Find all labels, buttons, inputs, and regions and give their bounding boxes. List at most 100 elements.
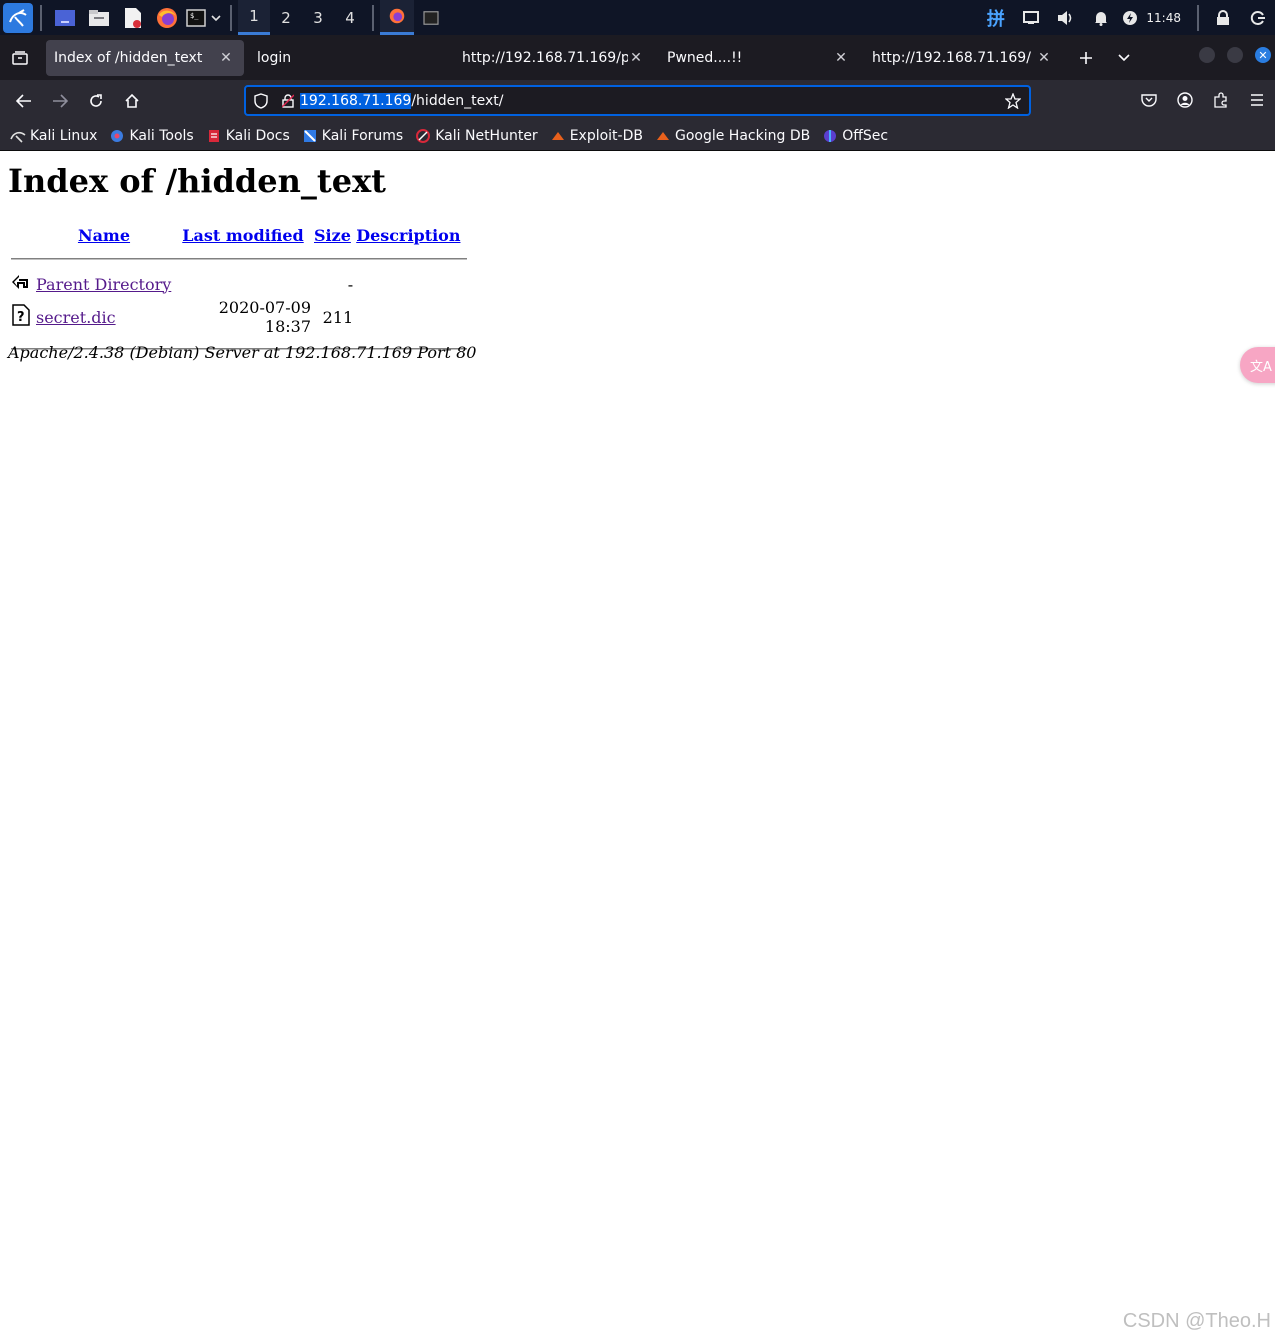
folder-icon bbox=[89, 9, 109, 26]
kali-tools-icon bbox=[109, 128, 125, 144]
list-all-tabs-button[interactable] bbox=[1105, 40, 1143, 76]
tab-close-icon[interactable]: ✕ bbox=[1036, 50, 1052, 66]
firefox-icon bbox=[157, 7, 177, 28]
insecure-lock-icon[interactable] bbox=[276, 87, 300, 114]
maximize-button[interactable] bbox=[1227, 47, 1243, 63]
hamburger-menu-icon bbox=[1251, 94, 1263, 106]
bookmark-label: Kali Linux bbox=[30, 127, 98, 144]
address-bar[interactable]: 192.168.71.169/hidden_text/ bbox=[244, 85, 1031, 116]
bookmark-label: Google Hacking DB bbox=[674, 127, 811, 144]
terminal-icon: $_ bbox=[186, 8, 206, 27]
directory-listing-table: Name Last modified Size Description Pare… bbox=[8, 222, 470, 362]
bookmark-kali-nethunter[interactable]: Kali NetHunter bbox=[415, 127, 538, 144]
tab-title: login bbox=[257, 49, 292, 66]
bookmark-kali-docs[interactable]: Kali Docs bbox=[206, 128, 290, 144]
terminal-window-button[interactable] bbox=[414, 0, 448, 35]
bookmark-kali-linux[interactable]: Kali Linux bbox=[10, 128, 97, 144]
lock-screen-button[interactable] bbox=[1205, 1, 1240, 35]
firefox-icon bbox=[389, 8, 405, 24]
bookmarks-toolbar: Kali Linux Kali Tools Kali Docs Kali For… bbox=[0, 121, 1275, 151]
tab-pwn-url[interactable]: http://192.168.71.169/pwn ✕ bbox=[454, 40, 654, 76]
workspace-2[interactable]: 2 bbox=[270, 0, 302, 35]
exploit-db-icon bbox=[550, 128, 566, 144]
tab-index-of-hidden-text[interactable]: Index of /hidden_text ✕ bbox=[46, 39, 244, 76]
account-button[interactable] bbox=[1167, 84, 1203, 116]
bookmark-google-hacking-db[interactable]: Google Hacking DB bbox=[655, 128, 810, 144]
workspace-1[interactable]: 1 bbox=[238, 0, 270, 35]
arrow-left-icon bbox=[16, 93, 31, 108]
sort-by-last-modified-link[interactable]: Last modified bbox=[182, 226, 303, 245]
kali-menu-button[interactable] bbox=[0, 1, 34, 35]
kali-docs-icon bbox=[206, 128, 222, 144]
firefox-view-button[interactable] bbox=[0, 35, 40, 80]
network-icon bbox=[1022, 10, 1039, 24]
forward-button[interactable] bbox=[42, 85, 78, 117]
kali-dragon-icon bbox=[3, 2, 33, 33]
bookmark-exploit-db[interactable]: Exploit-DB bbox=[550, 128, 643, 144]
clock[interactable]: 11:48 bbox=[1146, 11, 1181, 25]
last-modified-column-header: Last modified bbox=[175, 224, 311, 246]
offsec-icon bbox=[822, 128, 838, 144]
volume-button[interactable] bbox=[1048, 1, 1083, 35]
tab-root-url[interactable]: http://192.168.71.169/ ✕ bbox=[864, 40, 1062, 76]
bookmark-kali-tools[interactable]: Kali Tools bbox=[109, 128, 194, 144]
pocket-button[interactable] bbox=[1131, 84, 1167, 116]
bookmark-offsec[interactable]: OffSec bbox=[822, 128, 888, 144]
lock-icon bbox=[1216, 9, 1229, 25]
firefox-window-button[interactable] bbox=[380, 0, 414, 35]
horizontal-rule bbox=[11, 258, 467, 260]
logout-button[interactable] bbox=[1240, 1, 1275, 35]
power-manager-button[interactable] bbox=[1118, 1, 1142, 35]
home-button[interactable] bbox=[114, 85, 150, 117]
bookmark-label: Kali Docs bbox=[225, 127, 290, 144]
launcher-dropdown[interactable] bbox=[208, 1, 224, 35]
bell-icon bbox=[1094, 11, 1107, 26]
parent-directory-link[interactable]: Parent Directory bbox=[36, 275, 171, 294]
tab-close-icon[interactable]: ✕ bbox=[628, 50, 644, 66]
secret-dic-link[interactable]: secret.dic bbox=[36, 308, 116, 327]
kali-forums-icon bbox=[302, 128, 318, 144]
close-window-button[interactable]: ✕ bbox=[1255, 47, 1271, 63]
bookmark-label: Kali NetHunter bbox=[435, 127, 538, 144]
tab-close-icon[interactable]: ✕ bbox=[218, 50, 234, 66]
file-manager-launcher[interactable] bbox=[82, 1, 116, 35]
sort-by-size-link[interactable]: Size bbox=[314, 226, 351, 245]
workspace-3[interactable]: 3 bbox=[302, 0, 334, 35]
firefox-launcher[interactable] bbox=[150, 1, 184, 35]
text-editor-launcher[interactable] bbox=[116, 1, 150, 35]
back-button[interactable] bbox=[6, 85, 42, 117]
new-tab-button[interactable] bbox=[1067, 40, 1105, 76]
row-name-cell: secret.dic bbox=[36, 298, 172, 336]
network-button[interactable] bbox=[1013, 1, 1048, 35]
minimize-button[interactable] bbox=[1199, 47, 1215, 63]
svg-text:$_: $_ bbox=[190, 12, 199, 20]
table-row: Parent Directory - bbox=[11, 272, 467, 296]
url-text[interactable]: 192.168.71.169/hidden_text/ bbox=[300, 92, 503, 109]
sort-by-name-link[interactable]: Name bbox=[78, 226, 130, 245]
terminal-launcher[interactable]: $_ bbox=[184, 1, 208, 35]
tab-login[interactable]: login bbox=[249, 40, 449, 76]
extensions-button[interactable] bbox=[1203, 84, 1239, 116]
app-menu-button[interactable] bbox=[1239, 84, 1275, 116]
puzzle-icon bbox=[1214, 92, 1227, 108]
separator-row bbox=[11, 248, 467, 270]
sort-by-description-link[interactable]: Description bbox=[356, 226, 460, 245]
ghdb-icon bbox=[655, 128, 671, 144]
notifications-button[interactable] bbox=[1083, 1, 1118, 35]
unknown-file-icon: ? bbox=[12, 304, 30, 326]
show-desktop-button[interactable] bbox=[48, 1, 82, 35]
translate-button[interactable]: 文A bbox=[1240, 347, 1275, 383]
workspace-4[interactable]: 4 bbox=[334, 0, 366, 35]
description-column-header: Description bbox=[356, 224, 467, 246]
reload-button[interactable] bbox=[78, 85, 114, 117]
tab-close-icon[interactable]: ✕ bbox=[833, 50, 849, 66]
row-modified-cell: 2020-07-09 18:37 bbox=[218, 298, 311, 336]
desktop-icon bbox=[55, 9, 75, 26]
bookmark-kali-forums[interactable]: Kali Forums bbox=[302, 128, 403, 144]
tracking-protection-icon[interactable] bbox=[246, 87, 276, 114]
battery-charging-icon bbox=[1123, 10, 1138, 25]
input-method-button[interactable]: 拼 bbox=[978, 1, 1013, 35]
home-icon bbox=[125, 93, 139, 108]
tab-pwned[interactable]: Pwned....!! ✕ bbox=[659, 40, 859, 76]
bookmark-star-button[interactable] bbox=[1001, 89, 1025, 113]
